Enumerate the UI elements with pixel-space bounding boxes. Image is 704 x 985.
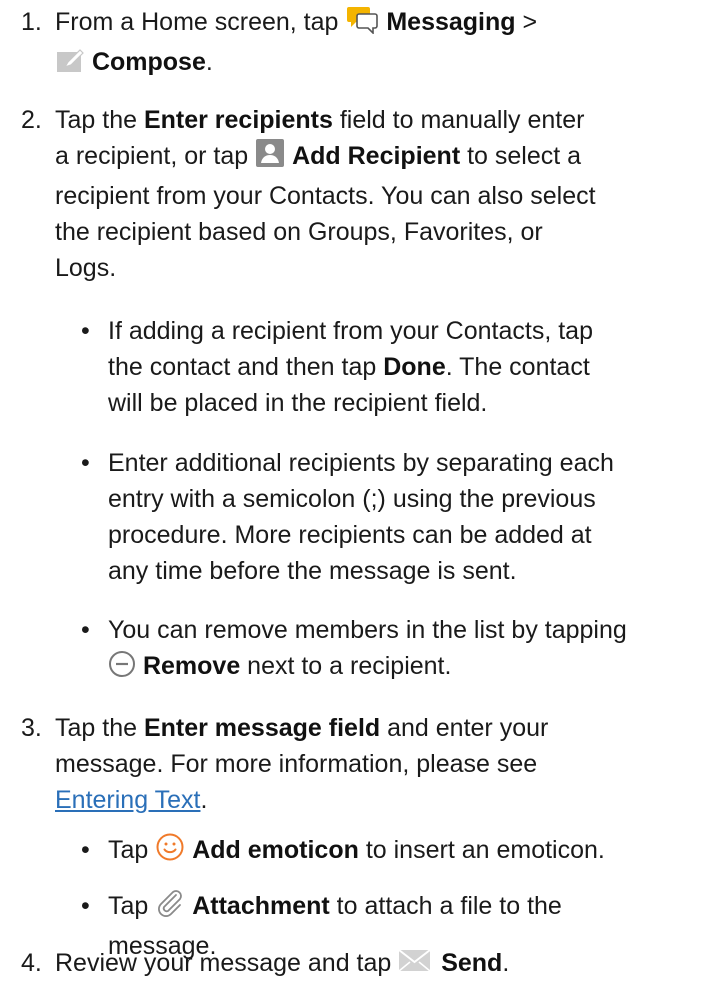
step-2: 2. Tap the Enter recipients field to man… [0, 102, 690, 286]
bullet-emoticon: • Tap Add emoticon to insert an emoticon… [79, 832, 694, 872]
bullet-dot: • [81, 317, 90, 345]
step-number: 4. [21, 949, 42, 977]
step-3: 3. Tap the Enter message field and enter… [0, 710, 690, 818]
compose-label: Compose [91, 48, 206, 76]
step-text: From a Home screen, tap [55, 8, 346, 36]
compose-icon [55, 48, 85, 84]
emoticon-icon [155, 832, 185, 872]
add-recipient-label: Add Recipient [292, 142, 461, 170]
bullet-contacts: • If adding a recipient from your Contac… [79, 313, 694, 421]
messaging-icon [345, 4, 379, 44]
contact-icon [255, 138, 285, 178]
step-4: 4. Review your message and tap Send. [0, 945, 690, 985]
done-label: Done [383, 353, 446, 381]
bullet-remove: • You can remove members in the list by … [79, 612, 694, 688]
add-emoticon-label: Add emoticon [192, 836, 359, 864]
bullet-additional-recipients: • Enter additional recipients by separat… [79, 445, 694, 589]
enter-message-field-label: Enter message field [143, 714, 381, 742]
remove-icon [108, 650, 136, 688]
step-number: 2. [21, 106, 42, 134]
paperclip-icon [155, 888, 185, 928]
bullet-dot: • [81, 836, 90, 864]
bullet-dot: • [81, 892, 90, 920]
step-number: 3. [21, 714, 42, 742]
entering-text-link[interactable]: Entering Text [55, 786, 200, 814]
bullet-dot: • [81, 449, 90, 477]
remove-label: Remove [142, 652, 241, 680]
send-label: Send [441, 949, 503, 977]
enter-recipients-label: Enter recipients [143, 106, 333, 134]
instructions-page: 1. From a Home screen, tap Messaging > C… [0, 0, 704, 981]
bullet-dot: • [81, 616, 90, 644]
send-icon [398, 947, 434, 985]
step-1: 1. From a Home screen, tap Messaging > C… [0, 4, 690, 84]
attachment-label: Attachment [192, 892, 330, 920]
step-number: 1. [21, 8, 42, 36]
messaging-label: Messaging [386, 8, 516, 36]
